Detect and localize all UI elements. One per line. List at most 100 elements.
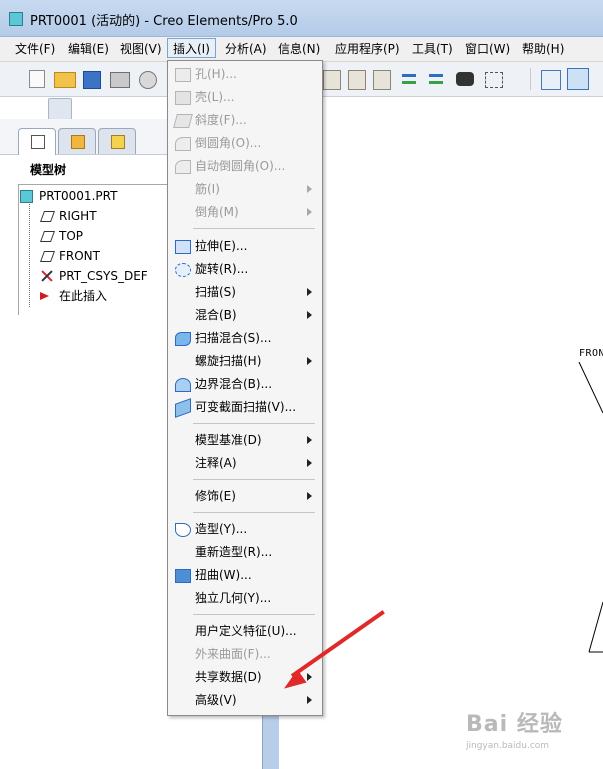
sketch-datum-icon[interactable]: [541, 70, 561, 90]
tree-connector: [29, 199, 39, 307]
menu-item-annotation[interactable]: 注释(A): [168, 452, 322, 474]
menu-item-boundary-blend[interactable]: 边界混合(B)...: [168, 373, 322, 395]
find-binoculars-icon[interactable]: [456, 72, 474, 86]
menu-item-label: 筋(I): [195, 182, 220, 196]
menu-item-blend[interactable]: 混合(B): [168, 304, 322, 326]
menu-item-variable-section-sweep[interactable]: 可变截面扫描(V)...: [168, 396, 322, 418]
menu-item-round[interactable]: 倒圆角(O)...: [168, 132, 322, 154]
menu-edit[interactable]: 编辑(E): [66, 40, 111, 58]
hole-icon: [175, 68, 191, 82]
menu-item-label: 独立几何(Y)...: [195, 591, 272, 605]
submenu-arrow-icon: [307, 696, 312, 704]
menu-window[interactable]: 窗口(W): [463, 40, 512, 58]
swept-blend-icon: [175, 332, 191, 346]
copy-icon[interactable]: [323, 70, 341, 90]
menu-item-label: 孔(H)...: [195, 67, 237, 81]
menu-item-label: 造型(Y)...: [195, 522, 248, 536]
selection-box-icon[interactable]: [485, 72, 503, 88]
menu-item-shell[interactable]: 壳(L)...: [168, 86, 322, 108]
menu-item-model-datum[interactable]: 模型基准(D): [168, 429, 322, 451]
tab-model-tree[interactable]: [18, 128, 56, 155]
menu-separator: [193, 423, 315, 424]
tree-item-label: FRONT: [59, 249, 100, 263]
submenu-arrow-icon: [307, 357, 312, 365]
submenu-arrow-icon: [307, 436, 312, 444]
menu-item-style[interactable]: 造型(Y)...: [168, 518, 322, 540]
tab-favorites[interactable]: [98, 128, 136, 154]
app-icon: [9, 12, 23, 26]
print-icon[interactable]: [110, 72, 130, 88]
menu-item-label: 扫描(S): [195, 285, 236, 299]
regen-manager-icon[interactable]: [427, 70, 445, 88]
menu-item-label: 混合(B): [195, 308, 237, 322]
auto-round-icon: [175, 160, 191, 174]
menu-item-foreign-surface[interactable]: 外来曲面(F)...: [168, 643, 322, 665]
menu-view[interactable]: 视图(V): [118, 40, 164, 58]
menu-separator: [193, 614, 315, 615]
menu-insert[interactable]: 插入(I): [167, 38, 216, 58]
menu-applications[interactable]: 应用程序(P): [333, 40, 402, 58]
menu-info[interactable]: 信息(N): [276, 40, 322, 58]
menu-item-restyle[interactable]: 重新造型(R)...: [168, 541, 322, 563]
csys-icon: [40, 270, 52, 282]
shell-icon: [175, 91, 191, 105]
menu-item-chamfer[interactable]: 倒角(M): [168, 201, 322, 223]
datum-front-label: FRON: [579, 348, 603, 359]
insert-here-arrow-icon: [40, 290, 50, 300]
warp-icon: [175, 569, 191, 583]
graphics-window[interactable]: [279, 97, 603, 769]
menu-item-helical-sweep[interactable]: 螺旋扫描(H): [168, 350, 322, 372]
save-icon[interactable]: [83, 71, 101, 89]
menu-item-label: 斜度(F)...: [195, 113, 247, 127]
window-title: PRT0001 (活动的) - Creo Elements/Pro 5.0: [30, 14, 298, 29]
menu-item-label: 边界混合(B)...: [195, 377, 273, 391]
menu-item-auto-round[interactable]: 自动倒圆角(O)...: [168, 155, 322, 177]
tree-item-label: RIGHT: [59, 209, 97, 223]
menu-item-draft[interactable]: 斜度(F)...: [168, 109, 322, 131]
favorites-star-icon: [111, 135, 125, 149]
menu-item-label: 扫描混合(S)...: [195, 331, 272, 345]
title-bar: PRT0001 (活动的) - Creo Elements/Pro 5.0: [0, 0, 603, 37]
menu-item-independent-geometry[interactable]: 独立几何(Y)...: [168, 587, 322, 609]
submenu-arrow-icon: [307, 185, 312, 193]
insert-dropdown-menu: 孔(H)... 壳(L)... 斜度(F)... 倒圆角(O)... 自动倒圆角…: [167, 60, 323, 716]
new-file-icon[interactable]: [29, 70, 45, 88]
menu-item-label: 旋转(R)...: [195, 262, 249, 276]
menu-item-hole[interactable]: 孔(H)...: [168, 63, 322, 85]
tab-folder-browser[interactable]: [58, 128, 96, 154]
menu-item-udf[interactable]: 用户定义特征(U)...: [168, 620, 322, 642]
menu-item-label: 拉伸(E)...: [195, 239, 248, 253]
menu-file[interactable]: 文件(F): [13, 40, 57, 58]
menu-tools[interactable]: 工具(T): [410, 40, 455, 58]
sub-toolbar-button[interactable]: [48, 98, 72, 120]
extrude-icon: [175, 240, 191, 254]
submenu-arrow-icon: [307, 459, 312, 467]
menu-item-label: 注释(A): [195, 456, 237, 470]
boundary-blend-icon: [175, 378, 191, 392]
variable-section-sweep-icon: [175, 398, 191, 418]
menu-item-swept-blend[interactable]: 扫描混合(S)...: [168, 327, 322, 349]
menu-item-revolve[interactable]: 旋转(R)...: [168, 258, 322, 280]
regenerate-icon[interactable]: [400, 70, 418, 88]
open-folder-icon[interactable]: [54, 72, 76, 88]
menu-analysis[interactable]: 分析(A): [223, 40, 269, 58]
draft-icon: [173, 114, 193, 128]
paste-icon[interactable]: [348, 70, 366, 90]
datum-point-icon[interactable]: [567, 68, 589, 90]
paste-special-icon[interactable]: [373, 70, 391, 90]
tree-item-label: 在此插入: [59, 289, 108, 303]
send-mail-icon[interactable]: [139, 71, 157, 89]
menu-item-sweep[interactable]: 扫描(S): [168, 281, 322, 303]
menu-item-label: 自动倒圆角(O)...: [195, 159, 286, 173]
menu-item-label: 用户定义特征(U)...: [195, 624, 297, 638]
tree-item-label: TOP: [59, 229, 84, 243]
menu-item-warp[interactable]: 扭曲(W)...: [168, 564, 322, 586]
menu-bar: 文件(F) 编辑(E) 视图(V) 插入(I) 分析(A) 信息(N) 应用程序…: [0, 37, 603, 62]
folder-browser-icon: [71, 135, 85, 149]
menu-item-cosmetic[interactable]: 修饰(E): [168, 485, 322, 507]
menu-item-label: 扭曲(W)...: [195, 568, 252, 582]
menu-help[interactable]: 帮助(H): [520, 40, 566, 58]
menu-item-advanced[interactable]: 高级(V): [168, 689, 322, 711]
menu-item-extrude[interactable]: 拉伸(E)...: [168, 235, 322, 257]
menu-item-rib[interactable]: 筋(I): [168, 178, 322, 200]
